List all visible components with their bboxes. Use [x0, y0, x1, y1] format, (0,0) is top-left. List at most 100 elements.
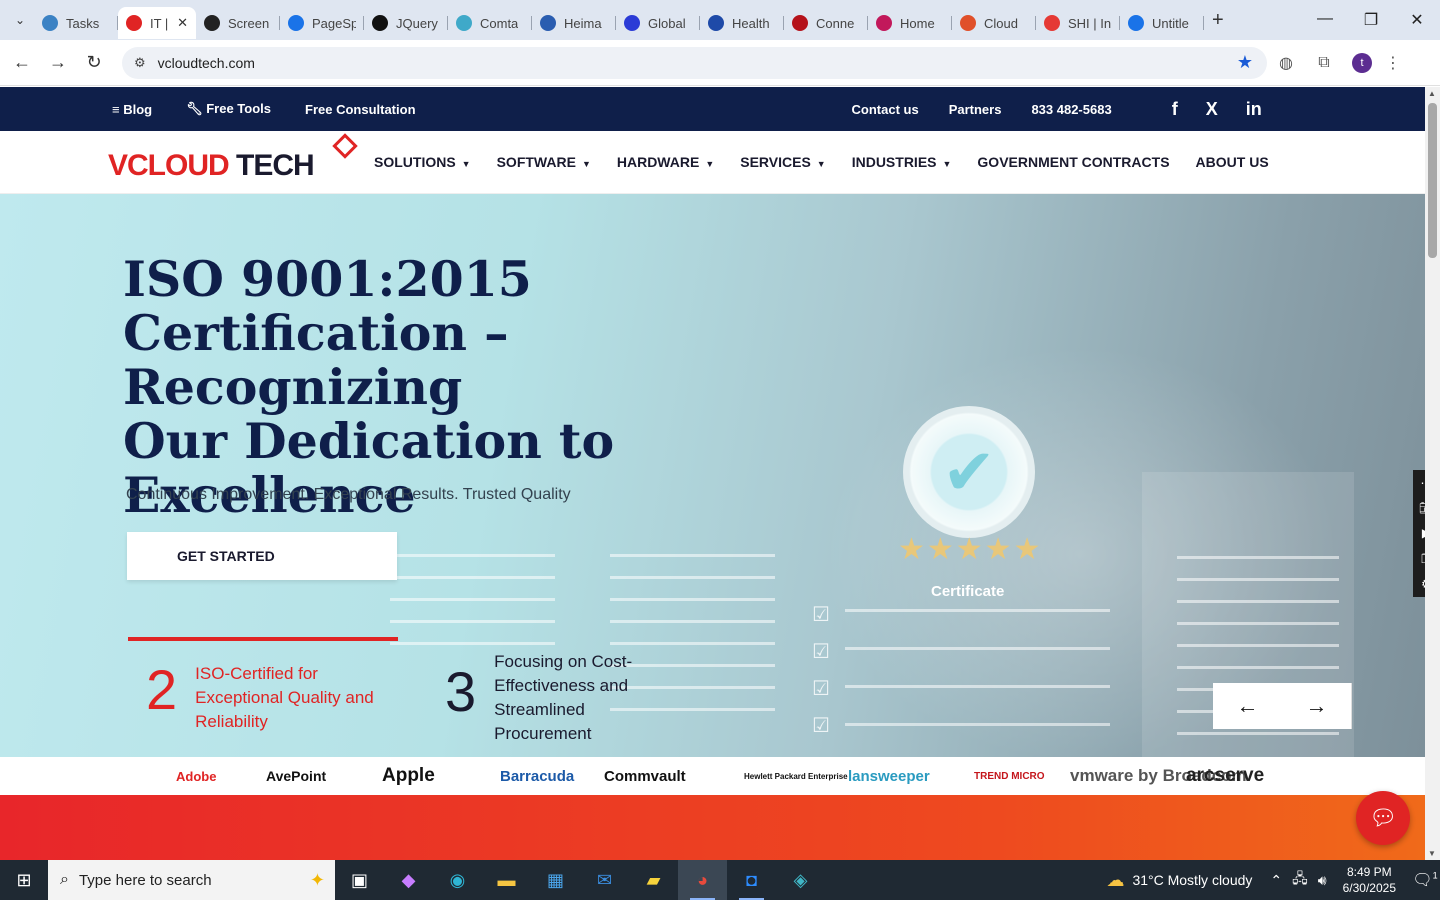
tray-chevron-up-icon[interactable]: ⌃: [1270, 872, 1282, 889]
new-tab-plus-icon[interactable]: +: [1212, 9, 1224, 32]
url-text: vcloudtech.com: [157, 54, 255, 71]
forward-arrow-icon[interactable]: →: [40, 52, 76, 73]
nav-item-services[interactable]: SERVICES ▼: [740, 154, 825, 170]
copilot-sparkle-icon: ✦: [309, 869, 325, 890]
edge-browser-icon[interactable]: ◉: [433, 860, 482, 900]
stat-cost-effectiveness[interactable]: 3 Focusing on Cost-Effectiveness and Str…: [445, 650, 654, 746]
nav-item-about-us[interactable]: ABOUT US: [1196, 154, 1269, 170]
partner-logo: Adobe: [176, 768, 217, 784]
translate-globe-icon[interactable]: ◍: [1267, 53, 1305, 73]
screen-capture-toolbar: ⋯ 📷︎ ▶ ❐ ⚙: [1413, 470, 1425, 597]
stat-active-indicator: [128, 637, 398, 641]
tab-favicon-icon: [204, 15, 220, 31]
next-slide-arrow-icon[interactable]: →: [1282, 683, 1352, 729]
linkedin-icon[interactable]: in: [1246, 99, 1262, 120]
nav-item-label: ABOUT US: [1195, 154, 1269, 170]
nav-item-hardware[interactable]: HARDWARE ▼: [617, 154, 714, 170]
tab-title: Home: [900, 15, 935, 31]
file-explorer-icon[interactable]: ▬: [482, 860, 531, 900]
nav-item-label: HARDWARE: [616, 154, 700, 170]
copilot-app-icon[interactable]: ◆: [384, 860, 433, 900]
nav-item-software[interactable]: SOFTWARE ▼: [497, 154, 591, 170]
nav-item-solutions[interactable]: SOLUTIONS ▼: [374, 154, 471, 170]
browser-tab[interactable]: Health: [700, 7, 784, 39]
browser-tab[interactable]: Heima: [532, 7, 616, 39]
prev-slide-arrow-icon[interactable]: ←: [1213, 683, 1283, 729]
browser-tab[interactable]: Home: [868, 7, 952, 39]
browser-tab[interactable]: Screen: [196, 7, 280, 39]
back-arrow-icon[interactable]: ←: [4, 52, 40, 73]
browser-tab[interactable]: Comta: [448, 7, 532, 39]
caret-down-icon: ▼: [581, 159, 591, 169]
app-diamond-icon[interactable]: ◈: [776, 860, 825, 900]
scroll-up-icon[interactable]: ▲: [1428, 89, 1436, 98]
zoom-icon[interactable]: ◘: [727, 860, 776, 900]
partner-logo: arcserve: [1186, 765, 1265, 786]
tab-title: JQuery: [396, 15, 438, 31]
restore-icon[interactable]: ❐: [1348, 10, 1394, 30]
x-twitter-icon[interactable]: X: [1206, 99, 1218, 120]
page-scrollbar[interactable]: ▲ ▼: [1425, 87, 1440, 860]
profile-avatar[interactable]: t: [1352, 52, 1372, 73]
url-omnibox[interactable]: ⚙ vcloudtech.com ★: [122, 46, 1267, 79]
partner-logo: vmware by Broadcom: [1070, 766, 1247, 785]
wrench-icon: 🔧︎: [186, 101, 207, 116]
taskbar-search-box[interactable]: ⌕ Type here to search ✦: [48, 860, 335, 900]
windows-start-icon[interactable]: ⊞: [0, 860, 48, 900]
contact-us-link[interactable]: Contact us: [852, 102, 919, 117]
browser-tab[interactable]: Conne: [784, 7, 868, 39]
cloud-sun-icon: ☁: [1106, 869, 1125, 890]
hero-title: ISO 9001:2015 Certification – Recognizin…: [123, 252, 843, 522]
free-consultation-link[interactable]: Free Consultation: [305, 102, 416, 117]
stat-iso-certified[interactable]: 2 ISO-Certified for Exceptional Quality …: [146, 662, 400, 734]
nav-item-government-contracts[interactable]: GOVERNMENT CONTRACTS: [977, 154, 1169, 170]
browser-tab[interactable]: Global: [616, 7, 700, 39]
facebook-icon[interactable]: f: [1172, 99, 1178, 120]
browser-tab[interactable]: Cloud: [952, 7, 1036, 39]
nav-item-label: SOLUTIONS: [374, 154, 456, 170]
tab-favicon-icon: [456, 15, 472, 31]
browser-tab[interactable]: Untitle: [1120, 7, 1204, 39]
browser-tab[interactable]: Tasks: [34, 7, 118, 39]
reload-icon[interactable]: ↻: [76, 52, 112, 73]
volume-icon[interactable]: 🔊︎: [1318, 872, 1327, 889]
mail-icon[interactable]: ✉: [580, 860, 629, 900]
vcloud-tech-logo[interactable]: VCLOUD TECH: [108, 133, 358, 187]
site-info-icon[interactable]: ⚙: [134, 55, 146, 71]
tab-search-chevron-icon[interactable]: ⌄: [6, 6, 34, 34]
tab-close-icon[interactable]: ✕: [177, 15, 188, 31]
task-view-icon[interactable]: ▣: [335, 860, 384, 900]
network-icon[interactable]: 🖧︎: [1292, 868, 1308, 892]
microsoft-store-icon[interactable]: ▦: [531, 860, 580, 900]
browser-tab[interactable]: SHI | In: [1036, 7, 1120, 39]
scroll-down-icon[interactable]: ▼: [1428, 849, 1436, 858]
tab-strip: Tasks IT | ✕ Screen PageSp JQuery Comta Heima Gl…: [34, 1, 1204, 39]
tab-favicon-icon: [708, 15, 724, 31]
nav-item-industries[interactable]: INDUSTRIES ▼: [852, 154, 952, 170]
partners-link[interactable]: Partners: [949, 102, 1002, 117]
logo-tech: TECH: [228, 149, 315, 182]
notifications-icon[interactable]: 🗨︎1: [1410, 870, 1440, 890]
bookmark-star-icon[interactable]: ★: [1237, 52, 1253, 73]
free-tools-link[interactable]: 🔧︎ Free Tools: [186, 101, 271, 117]
chat-bubble-icon[interactable]: 💬︎: [1356, 791, 1410, 845]
window-controls: — ❐ ✕: [1302, 10, 1440, 30]
top-utility-strip: ≡ Blog 🔧︎ Free Tools Free Consultation C…: [0, 87, 1425, 131]
browser-tab[interactable]: JQuery: [364, 7, 448, 39]
blog-link[interactable]: ≡ Blog: [112, 102, 152, 117]
browser-menu-kebab-icon[interactable]: ⋮: [1381, 53, 1405, 73]
weather-widget[interactable]: ☁ 31°C Mostly cloudy: [1106, 870, 1252, 891]
chrome-icon[interactable]: ◕: [678, 860, 727, 900]
phone-link[interactable]: 833 482-5683: [1031, 102, 1111, 117]
free-tools-label: Free Tools: [206, 101, 271, 116]
clock[interactable]: 8:49 PM 6/30/2025: [1343, 864, 1396, 896]
close-window-icon[interactable]: ✕: [1394, 10, 1440, 30]
browser-tab[interactable]: IT | ✕: [118, 7, 196, 39]
browser-tab[interactable]: PageSp: [280, 7, 364, 39]
tab-title: Untitle: [1152, 15, 1189, 31]
extensions-puzzle-icon[interactable]: ⧉: [1305, 54, 1343, 72]
sticky-notes-icon[interactable]: ▰: [629, 860, 678, 900]
minimize-icon[interactable]: —: [1302, 10, 1348, 30]
get-started-button[interactable]: GET STARTED: [127, 532, 397, 580]
scrollbar-thumb[interactable]: [1428, 103, 1437, 258]
